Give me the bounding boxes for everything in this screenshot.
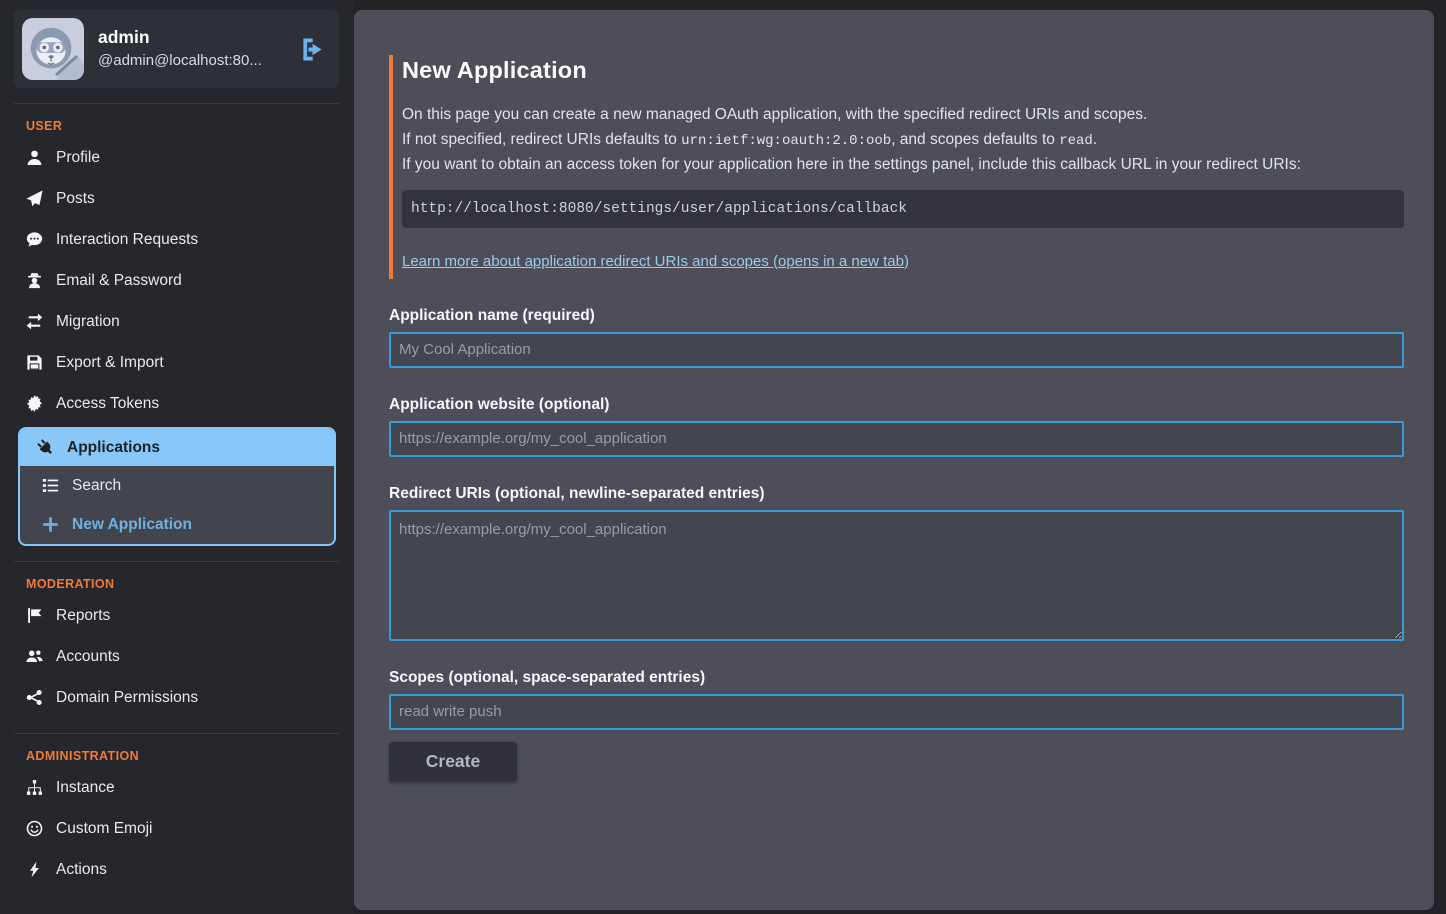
application-website-field-group: Application website (optional) [389,396,1404,457]
sidebar-item-label: Email & Password [56,272,182,290]
plus-icon [42,516,59,533]
sidebar-nav: USER Profile Posts Interaction Requests Emai… [0,103,354,890]
sign-out-icon[interactable] [298,36,325,63]
sidebar-item-label: Export & Import [56,354,164,372]
sidebar-item-email-password[interactable]: Email & Password [0,260,354,301]
application-website-input[interactable] [389,421,1404,457]
sidebar-item-label: Profile [56,149,100,167]
username: admin [98,26,284,50]
sidebar-divider [14,103,339,104]
redirect-uris-textarea[interactable] [389,510,1404,641]
sidebar-item-label: Domain Permissions [56,689,198,707]
description-line-1: On this page you can create a new manage… [402,103,1404,128]
exchange-icon [26,313,43,330]
sidebar-item-accounts[interactable]: Accounts [0,636,354,677]
sidebar-item-interaction-requests[interactable]: Interaction Requests [0,219,354,260]
plug-icon [37,439,54,456]
sidebar-item-instance[interactable]: Instance [0,767,354,808]
sidebar-item-migration[interactable]: Migration [0,301,354,342]
sidebar-item-label: Access Tokens [56,395,159,413]
application-name-label: Application name (required) [389,307,1404,325]
sidebar-item-label: Posts [56,190,95,208]
inline-code-read: read [1059,133,1093,149]
main-panel: New Application On this page you can cre… [354,10,1434,910]
sidebar-item-applications-search[interactable]: Search [20,466,334,505]
page-header: New Application On this page you can cre… [389,55,1404,279]
create-button[interactable]: Create [389,742,517,782]
page-content: New Application On this page you can cre… [389,55,1404,782]
nav-section-administration: ADMINISTRATION [26,749,354,763]
user-icon [26,149,43,166]
floppy-icon [26,354,43,371]
application-website-label: Application website (optional) [389,396,1404,414]
sidebar-item-label: Reports [56,607,110,625]
sidebar: admin @admin@localhost:80... USER Profile… [0,0,354,914]
sidebar-item-label: New Application [72,516,192,534]
scopes-field-group: Scopes (optional, space-separated entrie… [389,669,1404,730]
scopes-input[interactable] [389,694,1404,730]
application-name-field-group: Application name (required) [389,307,1404,368]
list-icon [42,477,59,494]
sitemap-icon [26,779,43,796]
page-title: New Application [402,57,1404,84]
sidebar-item-label: Actions [56,861,107,879]
sidebar-item-profile[interactable]: Profile [0,137,354,178]
sidebar-item-label: Search [72,477,121,495]
sloth-avatar [22,18,84,80]
certificate-icon [26,395,43,412]
nav-section-moderation: MODERATION [26,577,354,591]
user-card: admin @admin@localhost:80... [14,10,339,88]
sidebar-item-access-tokens[interactable]: Access Tokens [0,383,354,424]
comment-icon [26,231,43,248]
sidebar-item-posts[interactable]: Posts [0,178,354,219]
sidebar-item-new-application[interactable]: New Application [20,505,334,544]
scopes-label: Scopes (optional, space-separated entrie… [389,669,1404,687]
sidebar-group-applications: Applications Search New Application [18,427,336,546]
sidebar-divider [14,561,339,562]
user-handle: @admin@localhost:80... [98,50,284,73]
share-nodes-icon [26,689,43,706]
app-root: admin @admin@localhost:80... USER Profile… [0,0,1446,914]
application-name-input[interactable] [389,332,1404,368]
sidebar-item-export-import[interactable]: Export & Import [0,342,354,383]
user-info: admin @admin@localhost:80... [98,26,284,72]
description-line-3: If you want to obtain an access token fo… [402,153,1404,178]
sidebar-item-applications[interactable]: Applications [20,429,334,466]
sidebar-item-label: Accounts [56,648,120,666]
docs-link[interactable]: Learn more about application redirect UR… [402,253,909,270]
nav-section-user: USER [26,119,354,133]
sidebar-divider [14,733,339,734]
sidebar-item-label: Custom Emoji [56,820,152,838]
description-line-2: If not specified, redirect URIs defaults… [402,128,1404,154]
callback-url: http://localhost:8080/settings/user/appl… [402,190,1404,228]
paper-plane-icon [26,190,43,207]
sidebar-item-reports[interactable]: Reports [0,595,354,636]
user-secret-icon [26,272,43,289]
smile-icon [26,820,43,837]
sidebar-item-label: Instance [56,779,115,797]
sidebar-item-domain-permissions[interactable]: Domain Permissions [0,677,354,718]
sidebar-item-label: Applications [67,439,160,457]
sidebar-item-label: Interaction Requests [56,231,198,249]
flag-icon [26,607,43,624]
redirect-uris-label: Redirect URIs (optional, newline-separat… [389,485,1404,503]
new-application-form: Application name (required) Application … [389,307,1404,782]
sidebar-item-custom-emoji[interactable]: Custom Emoji [0,808,354,849]
sidebar-item-actions[interactable]: Actions [0,849,354,890]
redirect-uris-field-group: Redirect URIs (optional, newline-separat… [389,485,1404,641]
inline-code-oob: urn:ietf:wg:oauth:2.0:oob [681,133,891,149]
users-icon [26,648,43,665]
sidebar-item-label: Migration [56,313,120,331]
bolt-icon [26,861,43,878]
